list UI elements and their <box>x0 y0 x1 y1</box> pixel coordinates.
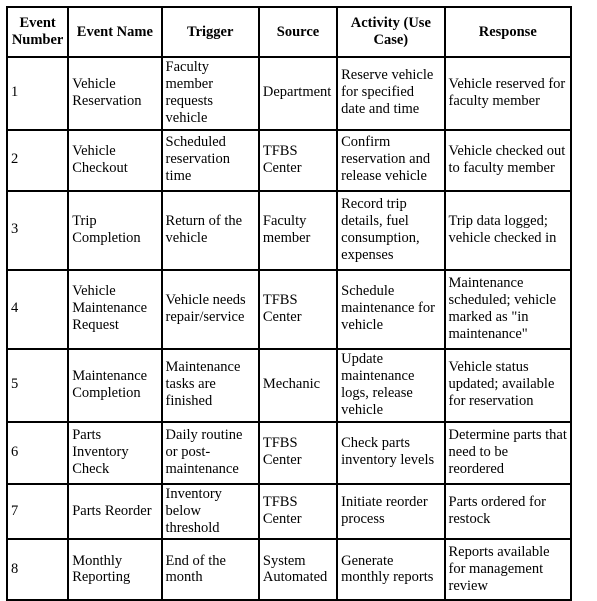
cell-event-name: Vehicle Maintenance Request <box>68 269 162 349</box>
cell-activity: Reserve vehicle for specified date and t… <box>337 57 445 130</box>
cell-activity: Schedule maintenance for vehicle <box>337 269 445 349</box>
table-row: 4 Vehicle Maintenance Request Vehicle ne… <box>7 269 571 349</box>
cell-event-name: Trip Completion <box>68 190 162 270</box>
cell-activity: Initiate reorder process <box>337 483 445 540</box>
cell-trigger: Inventory below threshold <box>161 483 259 540</box>
cell-event-number: 5 <box>7 348 69 422</box>
cell-activity: Update maintenance logs, release vehicle <box>337 348 445 422</box>
cell-source: System Automated <box>258 539 338 601</box>
cell-activity: Generate monthly reports <box>337 539 445 601</box>
cell-activity: Confirm reservation and release vehicle <box>337 129 445 191</box>
table-row: 5 Maintenance Completion Maintenance tas… <box>7 348 571 422</box>
cell-event-number: 8 <box>7 539 69 601</box>
cell-trigger: Faculty member requests vehicle <box>161 57 259 130</box>
cell-trigger: End of the month <box>161 539 259 601</box>
cell-event-number: 4 <box>7 269 69 349</box>
cell-event-name: Maintenance Completion <box>68 348 162 422</box>
table-row: 6 Parts Inventory Check Daily routine or… <box>7 421 571 484</box>
table-row: 7 Parts Reorder Inventory below threshol… <box>7 483 571 540</box>
cell-event-name: Vehicle Checkout <box>68 129 162 191</box>
cell-source: Faculty member <box>258 190 338 270</box>
cell-activity: Check parts inventory levels <box>337 421 445 484</box>
cell-activity: Record trip details, fuel consumption, e… <box>337 190 445 270</box>
cell-event-number: 6 <box>7 421 69 484</box>
cell-source: Department <box>258 57 338 130</box>
cell-trigger: Vehicle needs repair/service <box>161 269 259 349</box>
cell-event-name: Monthly Reporting <box>68 539 162 601</box>
table-row: 1 Vehicle Reservation Faculty member req… <box>7 57 571 130</box>
cell-event-name: Vehicle Reservation <box>68 57 162 130</box>
cell-event-number: 7 <box>7 483 69 540</box>
cell-response: Reports available for management review <box>444 539 571 601</box>
table-body: 1 Vehicle Reservation Faculty member req… <box>7 57 571 601</box>
cell-trigger: Return of the vehicle <box>161 190 259 270</box>
event-table: Event Number Event Name Trigger Source A… <box>6 6 572 601</box>
cell-source: TFBS Center <box>258 483 338 540</box>
cell-response: Determine parts that need to be reordere… <box>444 421 571 484</box>
table-row: 8 Monthly Reporting End of the month Sys… <box>7 539 571 601</box>
cell-response: Parts ordered for restock <box>444 483 571 540</box>
event-table-container: Event Number Event Name Trigger Source A… <box>6 6 572 601</box>
cell-source: Mechanic <box>258 348 338 422</box>
column-header-trigger: Trigger <box>161 7 259 57</box>
cell-event-number: 1 <box>7 57 69 130</box>
column-header-event-number: Event Number <box>7 7 69 57</box>
cell-trigger: Scheduled reservation time <box>161 129 259 191</box>
cell-event-number: 2 <box>7 129 69 191</box>
table-row: 2 Vehicle Checkout Scheduled reservation… <box>7 129 571 191</box>
cell-event-name: Parts Reorder <box>68 483 162 540</box>
table-header: Event Number Event Name Trigger Source A… <box>7 7 571 57</box>
cell-response: Vehicle checked out to faculty member <box>444 129 571 191</box>
column-header-activity: Activity (Use Case) <box>337 7 445 57</box>
column-header-response: Response <box>444 7 571 57</box>
cell-source: TFBS Center <box>258 269 338 349</box>
cell-trigger: Daily routine or post-maintenance <box>161 421 259 484</box>
cell-event-number: 3 <box>7 190 69 270</box>
cell-source: TFBS Center <box>258 129 338 191</box>
cell-response: Maintenance scheduled; vehicle marked as… <box>444 269 571 349</box>
cell-response: Vehicle status updated; available for re… <box>444 348 571 422</box>
cell-source: TFBS Center <box>258 421 338 484</box>
page-root: Event Number Event Name Trigger Source A… <box>0 0 597 601</box>
cell-response: Trip data logged; vehicle checked in <box>444 190 571 270</box>
column-header-event-name: Event Name <box>68 7 162 57</box>
column-header-source: Source <box>258 7 338 57</box>
cell-trigger: Maintenance tasks are finished <box>161 348 259 422</box>
table-row: 3 Trip Completion Return of the vehicle … <box>7 190 571 270</box>
cell-event-name: Parts Inventory Check <box>68 421 162 484</box>
table-header-row: Event Number Event Name Trigger Source A… <box>7 7 571 57</box>
cell-response: Vehicle reserved for faculty member <box>444 57 571 130</box>
